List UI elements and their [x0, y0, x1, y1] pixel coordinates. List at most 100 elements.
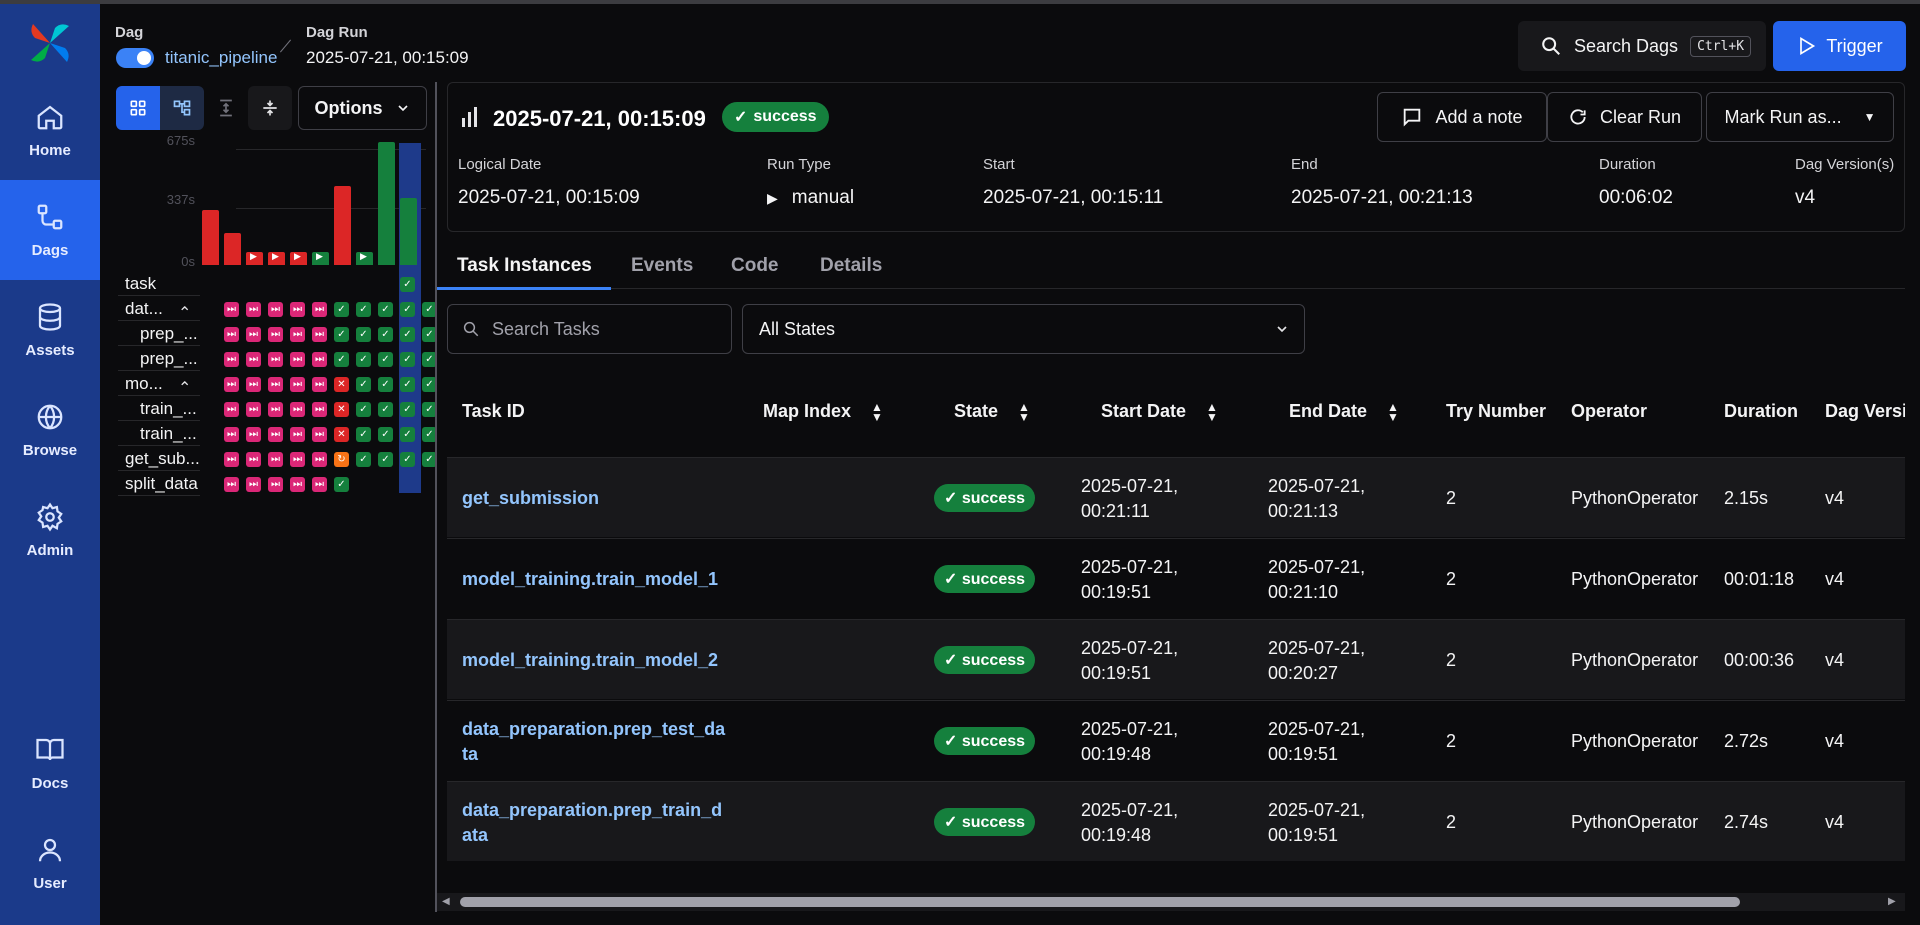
dag-name-link[interactable]: titanic_pipeline	[165, 48, 277, 68]
dag-pause-toggle[interactable]	[116, 48, 154, 68]
clear-run-button[interactable]: Clear Run	[1547, 92, 1702, 142]
task-instance-cell[interactable]: ✓	[378, 327, 393, 342]
task-instance-cell[interactable]: ✓	[356, 427, 371, 442]
task-row-label[interactable]: dat...	[125, 299, 163, 319]
task-instance-cell[interactable]: ↻	[334, 452, 349, 467]
task-instance-cell[interactable]: ⏭	[224, 327, 239, 342]
task-id-link[interactable]: data_preparation.prep_test_da ta	[462, 717, 725, 767]
task-instance-cell[interactable]: ✓	[400, 402, 415, 417]
task-instance-cell[interactable]: ✓	[334, 352, 349, 367]
task-instance-cell[interactable]: ⏭	[268, 477, 283, 492]
run-duration-bar[interactable]	[400, 198, 417, 265]
task-instance-cell[interactable]: ⏭	[224, 377, 239, 392]
task-id-link[interactable]: get_submission	[462, 486, 722, 511]
tab-details[interactable]: Details	[820, 255, 882, 277]
task-instance-cell[interactable]: ⏭	[268, 402, 283, 417]
task-instance-cell[interactable]: ✓	[356, 452, 371, 467]
expand-all-button[interactable]	[204, 86, 248, 130]
task-instance-cell[interactable]: ✓	[378, 302, 393, 317]
task-instance-cell[interactable]: ⏭	[312, 477, 327, 492]
task-instance-cell[interactable]: ⏭	[290, 477, 305, 492]
panel-resize-handle[interactable]	[435, 82, 437, 912]
task-instance-cell[interactable]: ✓	[400, 302, 415, 317]
run-duration-bar[interactable]	[224, 232, 241, 265]
task-row-label[interactable]: mo...	[125, 374, 163, 394]
task-instance-cell[interactable]: ✓	[356, 377, 371, 392]
task-instance-cell[interactable]: ⏭	[312, 302, 327, 317]
task-row-label[interactable]: train_...	[140, 424, 197, 444]
task-instance-cell[interactable]: ⏭	[224, 402, 239, 417]
task-instance-cell[interactable]: ⏭	[312, 327, 327, 342]
task-instance-cell[interactable]: ⏭	[224, 477, 239, 492]
task-row-label[interactable]: split_data	[125, 474, 198, 494]
task-instance-cell[interactable]: ⏭	[246, 402, 261, 417]
task-instance-cell[interactable]: ⏭	[290, 352, 305, 367]
tab-events[interactable]: Events	[631, 255, 693, 277]
scroll-left-arrow[interactable]: ◀	[442, 896, 450, 907]
task-instance-cell[interactable]: ⏭	[290, 327, 305, 342]
task-row-label[interactable]: get_sub...	[125, 449, 200, 469]
nav-browse[interactable]: Browse	[0, 380, 100, 480]
task-instance-cell[interactable]: ⏭	[246, 377, 261, 392]
task-instance-cell[interactable]: ⏭	[268, 327, 283, 342]
task-instance-cell[interactable]: ⏭	[246, 427, 261, 442]
nav-user[interactable]: User	[0, 813, 100, 913]
task-instance-cell[interactable]: ✓	[400, 452, 415, 467]
task-instance-cell[interactable]: ✓	[378, 352, 393, 367]
task-instance-cell[interactable]: ⏭	[290, 452, 305, 467]
task-instance-cell[interactable]: ⏭	[312, 452, 327, 467]
trigger-button[interactable]: Trigger	[1773, 21, 1906, 71]
task-row-label[interactable]: task	[125, 274, 156, 294]
col-end-date[interactable]: End Date ▲ ▼	[1289, 401, 1399, 423]
col-map-index[interactable]: Map Index ▲ ▼	[763, 401, 883, 423]
tab-code[interactable]: Code	[731, 255, 779, 277]
mark-run-as-button[interactable]: Mark Run as... ▼	[1706, 92, 1894, 142]
col-operator[interactable]: Operator	[1571, 401, 1647, 422]
task-instance-cell[interactable]: ✓	[334, 327, 349, 342]
task-instance-cell[interactable]: ✓	[378, 427, 393, 442]
search-dags-button[interactable]: Search Dags Ctrl+K	[1518, 21, 1766, 71]
task-instance-cell[interactable]: ✓	[400, 327, 415, 342]
col-task-id[interactable]: Task ID	[462, 401, 525, 422]
task-instance-cell[interactable]: ✓	[356, 402, 371, 417]
task-instance-cell[interactable]: ✕	[334, 377, 349, 392]
col-dag-version[interactable]: Dag Versio	[1825, 401, 1905, 422]
task-instance-cell[interactable]: ⏭	[312, 402, 327, 417]
scroll-right-arrow[interactable]: ▶	[1888, 896, 1896, 907]
task-instance-cell[interactable]: ✓	[356, 327, 371, 342]
table-row[interactable]: model_training.train_model_2 ✓ success 202…	[447, 619, 1905, 699]
task-instance-cell[interactable]: ⏭	[290, 302, 305, 317]
task-row-label[interactable]: prep_...	[140, 349, 198, 369]
airflow-logo-icon[interactable]	[25, 18, 75, 68]
task-instance-cell[interactable]: ⏭	[246, 352, 261, 367]
task-instance-cell[interactable]: ⏭	[312, 427, 327, 442]
task-instance-cell[interactable]: ⏭	[268, 352, 283, 367]
task-instance-cell[interactable]: ⏭	[290, 427, 305, 442]
options-button[interactable]: Options	[298, 86, 427, 130]
task-instance-cell[interactable]: ✓	[356, 302, 371, 317]
task-instance-cell[interactable]: ⏭	[290, 377, 305, 392]
state-filter-select[interactable]: All States	[742, 304, 1305, 354]
task-instance-cell[interactable]: ✓	[400, 352, 415, 367]
task-row-label[interactable]: prep_...	[140, 324, 198, 344]
col-state[interactable]: State ▲ ▼	[954, 401, 1030, 423]
task-instance-cell[interactable]: ⏭	[290, 402, 305, 417]
run-duration-bar[interactable]	[202, 209, 219, 265]
task-instance-cell[interactable]: ✕	[334, 402, 349, 417]
task-instance-cell[interactable]: ⏭	[224, 302, 239, 317]
search-tasks-input[interactable]: Search Tasks	[447, 304, 732, 354]
graph-view-button[interactable]	[160, 86, 204, 130]
task-instance-cell[interactable]: ✕	[334, 427, 349, 442]
task-instance-cell[interactable]: ✓	[356, 352, 371, 367]
task-instance-cell[interactable]: ⏭	[312, 352, 327, 367]
task-id-link[interactable]: model_training.train_model_2	[462, 648, 722, 673]
task-instance-cell[interactable]: ⏭	[268, 302, 283, 317]
table-row[interactable]: get_submission ✓ success 2025-07-21, 00:21:…	[447, 457, 1905, 537]
task-instance-cell[interactable]: ⏭	[224, 352, 239, 367]
nav-home[interactable]: Home	[0, 80, 100, 180]
task-instance-cell[interactable]: ⏭	[224, 452, 239, 467]
task-instance-cell[interactable]: ⏭	[268, 452, 283, 467]
nav-dags[interactable]: Dags	[0, 180, 100, 280]
task-instance-cell[interactable]: ⏭	[246, 327, 261, 342]
task-instance-cell[interactable]: ✓	[400, 277, 415, 292]
